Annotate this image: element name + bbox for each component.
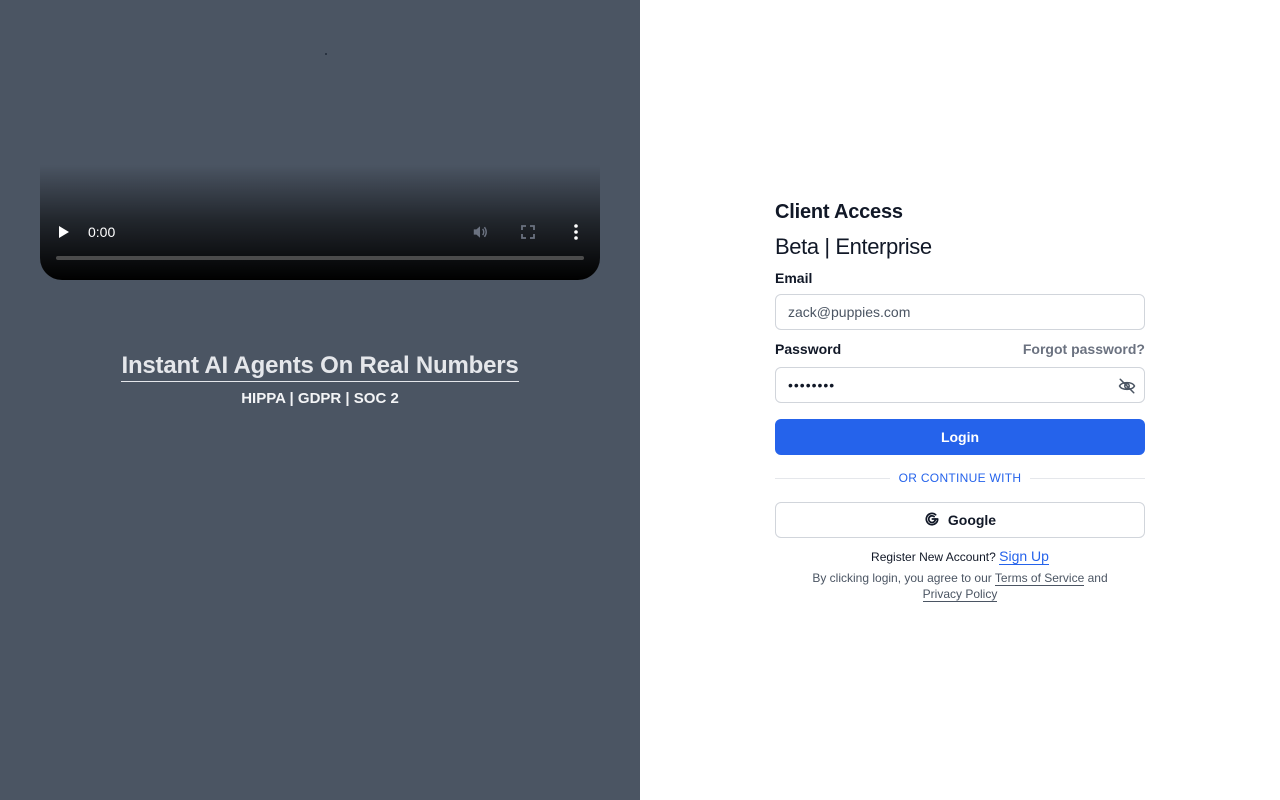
google-label: Google [947,512,997,528]
divider-label: OR CONTINUE WITH [898,471,1022,485]
more-vert-icon[interactable] [568,224,584,240]
eye-off-icon[interactable] [1118,377,1136,395]
register-row: Register New Account? Sign Up [775,548,1145,565]
left-panel: 0:00 Instant AI Agents On Real Numbers H… [0,0,640,800]
right-panel: Client Access Beta | Enterprise Email za… [640,0,1280,800]
play-icon[interactable] [56,224,72,240]
divider: OR CONTINUE WITH [775,471,1146,485]
password-label: Password [775,341,842,357]
login-button[interactable]: Login [775,419,1145,455]
form-subtitle: Beta | Enterprise [775,234,932,259]
terms-of-service-link[interactable]: Terms of Service [994,571,1085,586]
volume-icon[interactable] [472,224,488,240]
google-button[interactable]: Google [775,502,1145,538]
privacy-policy-link[interactable]: Privacy Policy [922,587,998,602]
promo-title: Instant AI Agents On Real Numbers [121,352,519,382]
form-title: Client Access [775,201,903,223]
login-form: Client Access Beta | Enterprise Email za… [775,200,1146,602]
register-text: Register New Account? [871,550,996,564]
password-label-row: Password Forgot password? [775,340,1145,358]
divider-line-right [1030,477,1146,479]
google-icon [924,511,940,530]
fullscreen-icon[interactable] [520,224,536,240]
video-controls: 0:00 [40,218,600,246]
divider-line-left [775,477,890,479]
password-field[interactable]: •••••••• [775,367,1145,403]
password-value: •••••••• [788,377,836,393]
terms-prefix: By clicking login, you agree to our [812,571,992,585]
video-player[interactable]: 0:00 [40,40,600,280]
email-value: zack@puppies.com [788,304,911,320]
terms-text: By clicking login, you agree to our Term… [775,570,1145,602]
forgot-password-link[interactable]: Forgot password? [1023,341,1145,357]
email-label: Email [775,270,813,286]
signup-link[interactable]: Sign Up [999,548,1049,565]
email-field[interactable]: zack@puppies.com [775,294,1145,330]
video-progress-bar[interactable] [56,256,584,260]
video-dot [325,53,327,55]
promo-subtitle: HIPPA | GDPR | SOC 2 [241,390,399,407]
video-time: 0:00 [88,224,116,240]
promo-block: Instant AI Agents On Real Numbers HIPPA … [0,352,640,407]
terms-and: and [1087,571,1108,585]
